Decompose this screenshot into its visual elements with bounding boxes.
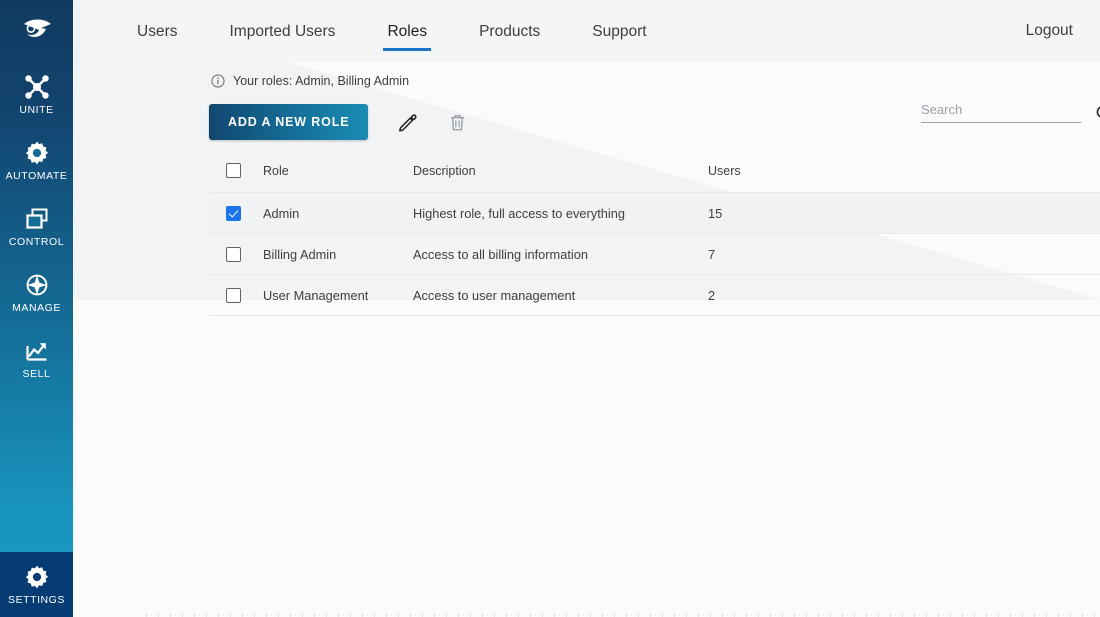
select-all-header [209, 163, 263, 193]
info-circle-icon [211, 74, 225, 88]
tab-imported-users[interactable]: Imported Users [229, 7, 335, 56]
table-row[interactable]: Admin Highest role, full access to every… [209, 192, 1100, 234]
cell-users: 7 [708, 233, 1100, 275]
brand-logo[interactable] [0, 0, 73, 62]
cell-description: Highest role, full access to everything [413, 192, 708, 234]
bottom-scrollbar-track[interactable] [146, 613, 1100, 617]
sidebar-item-label: UNITE [19, 104, 54, 117]
cell-users: 2 [708, 274, 1100, 316]
sidebar-item-unite[interactable]: UNITE [0, 62, 73, 128]
row-select-cell [209, 233, 263, 275]
logout-link[interactable]: Logout [1026, 22, 1073, 40]
network-nodes-icon [24, 75, 49, 99]
tab-support[interactable]: Support [592, 7, 646, 56]
search-icon[interactable] [1095, 104, 1100, 123]
cell-users: 15 [708, 192, 1100, 234]
row-checkbox[interactable] [226, 205, 241, 221]
gear-icon [25, 141, 48, 165]
edit-role-button[interactable] [390, 105, 424, 139]
your-roles-text: Your roles: Admin, Billing Admin [233, 74, 410, 88]
tab-products[interactable]: Products [479, 7, 540, 56]
column-header-description: Description [413, 163, 708, 193]
compass-icon [26, 274, 47, 296]
sidebar-item-control[interactable]: CONTROL [0, 194, 73, 260]
cell-description: Access to user management [413, 274, 708, 316]
sidebar: UNITE AUTOMATE CONTROL MANAGE SELL SETTI… [0, 0, 73, 617]
sidebar-item-settings[interactable]: SETTINGS [0, 552, 73, 617]
windows-stack-icon [25, 208, 47, 229]
add-a-new-role-button[interactable]: ADD A NEW ROLE [209, 104, 369, 140]
tab-users[interactable]: Users [137, 7, 177, 56]
table-body: Admin Highest role, full access to every… [209, 192, 1100, 316]
cell-role: Admin [263, 192, 413, 234]
toolbar: ADD A NEW ROLE [73, 88, 1100, 140]
row-checkbox[interactable] [226, 287, 241, 303]
app-window: UNITE AUTOMATE CONTROL MANAGE SELL SETTI… [0, 0, 1100, 617]
row-select-cell [209, 192, 263, 234]
row-checkbox[interactable] [226, 246, 241, 262]
row-select-cell [209, 274, 263, 316]
select-all-checkbox[interactable] [226, 163, 241, 178]
sidebar-item-manage[interactable]: MANAGE [0, 260, 73, 326]
your-roles-notice: Your roles: Admin, Billing Admin [73, 62, 1100, 88]
chart-arrow-up-icon [25, 343, 46, 361]
column-header-role: Role [263, 163, 413, 193]
sidebar-item-label: AUTOMATE [5, 170, 68, 183]
trash-icon [450, 114, 464, 130]
column-header-users: Users [708, 163, 1100, 193]
sidebar-item-label: SETTINGS [8, 593, 65, 606]
brand-bird-logo-icon [23, 19, 51, 37]
tab-roles[interactable]: Roles [383, 7, 431, 56]
gear-icon [25, 565, 48, 589]
roles-table: Role Description Users Admin Highest rol… [209, 163, 1100, 316]
table-row[interactable]: Billing Admin Access to all billing info… [209, 233, 1100, 275]
sidebar-item-automate[interactable]: AUTOMATE [0, 128, 73, 194]
cell-role: Billing Admin [263, 233, 413, 275]
pencil-icon [398, 113, 417, 132]
sidebar-item-label: CONTROL [8, 236, 65, 249]
top-navigation-bar: Users Imported Users Roles Products Supp… [73, 0, 1100, 62]
search-input[interactable] [921, 100, 1081, 123]
sidebar-item-label: SELL [22, 368, 51, 381]
search-area [921, 100, 1100, 123]
main-content: Users Imported Users Roles Products Supp… [73, 0, 1100, 617]
content-wrapper: Users Imported Users Roles Products Supp… [73, 0, 1100, 316]
table-header-row: Role Description Users [209, 163, 1100, 193]
tab-bar: Users Imported Users Roles Products Supp… [137, 7, 647, 56]
cell-description: Access to all billing information [413, 233, 708, 275]
delete-role-button[interactable] [440, 105, 474, 139]
cell-role: User Management [263, 274, 413, 316]
sidebar-item-sell[interactable]: SELL [0, 326, 73, 392]
table-row[interactable]: User Management Access to user managemen… [209, 274, 1100, 316]
sidebar-item-label: MANAGE [12, 302, 61, 315]
table-header: Role Description Users [209, 163, 1100, 193]
